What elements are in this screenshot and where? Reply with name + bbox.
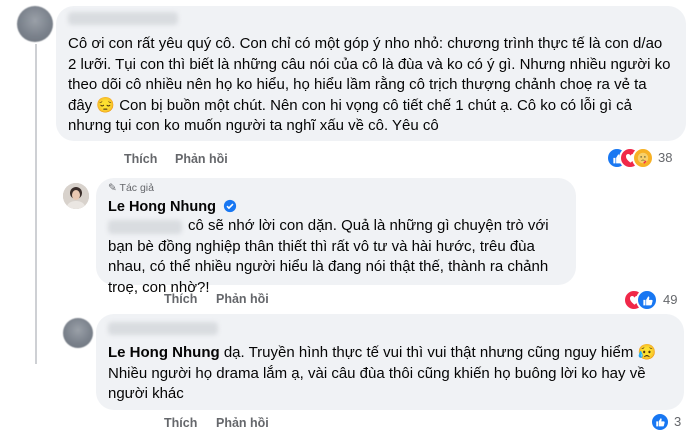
pencil-icon: ✎ (108, 182, 117, 194)
commenter-avatar[interactable] (17, 6, 53, 42)
author-tag: ✎ Tác giả (108, 182, 154, 194)
like-action[interactable]: Thích (124, 152, 157, 166)
commenter-name-blurred[interactable] (68, 12, 178, 25)
reply-text: Le Hong Nhung dạ. Truyền hình thực tế vu… (108, 344, 657, 402)
like-action[interactable]: Thích (164, 416, 197, 430)
comment-text: Cô ơi con rất yêu quý cô. Con chỉ có một… (68, 35, 671, 134)
reaction-count: 38 (658, 150, 673, 165)
author-name-row[interactable]: Le Hong Nhung (108, 198, 237, 216)
replier-name-blurred[interactable] (108, 322, 218, 335)
reaction-summary[interactable]: 3 (650, 412, 690, 432)
replier-avatar[interactable] (63, 318, 93, 348)
thread-connector (35, 44, 37, 364)
author-avatar[interactable] (63, 183, 89, 209)
like-action[interactable]: Thích (164, 292, 197, 306)
reply-action[interactable]: Phản hồi (216, 292, 269, 306)
reply-action[interactable]: Phản hồi (175, 152, 228, 166)
like-reaction-icon (636, 289, 658, 311)
author-name[interactable]: Le Hong Nhung (108, 199, 216, 215)
reaction-count: 49 (663, 292, 678, 307)
care-reaction-icon (632, 147, 654, 169)
mention-link[interactable]: Le Hong Nhung (108, 344, 220, 361)
reaction-summary[interactable]: 49 (623, 288, 687, 312)
reply-action[interactable]: Phản hồi (216, 416, 269, 430)
like-reaction-icon (650, 412, 670, 432)
reply-text: cô sẽ nhớ lời con dặn. Quả là những gì c… (108, 217, 549, 296)
reaction-summary[interactable]: 38 (606, 146, 694, 170)
reaction-count: 3 (674, 414, 682, 429)
